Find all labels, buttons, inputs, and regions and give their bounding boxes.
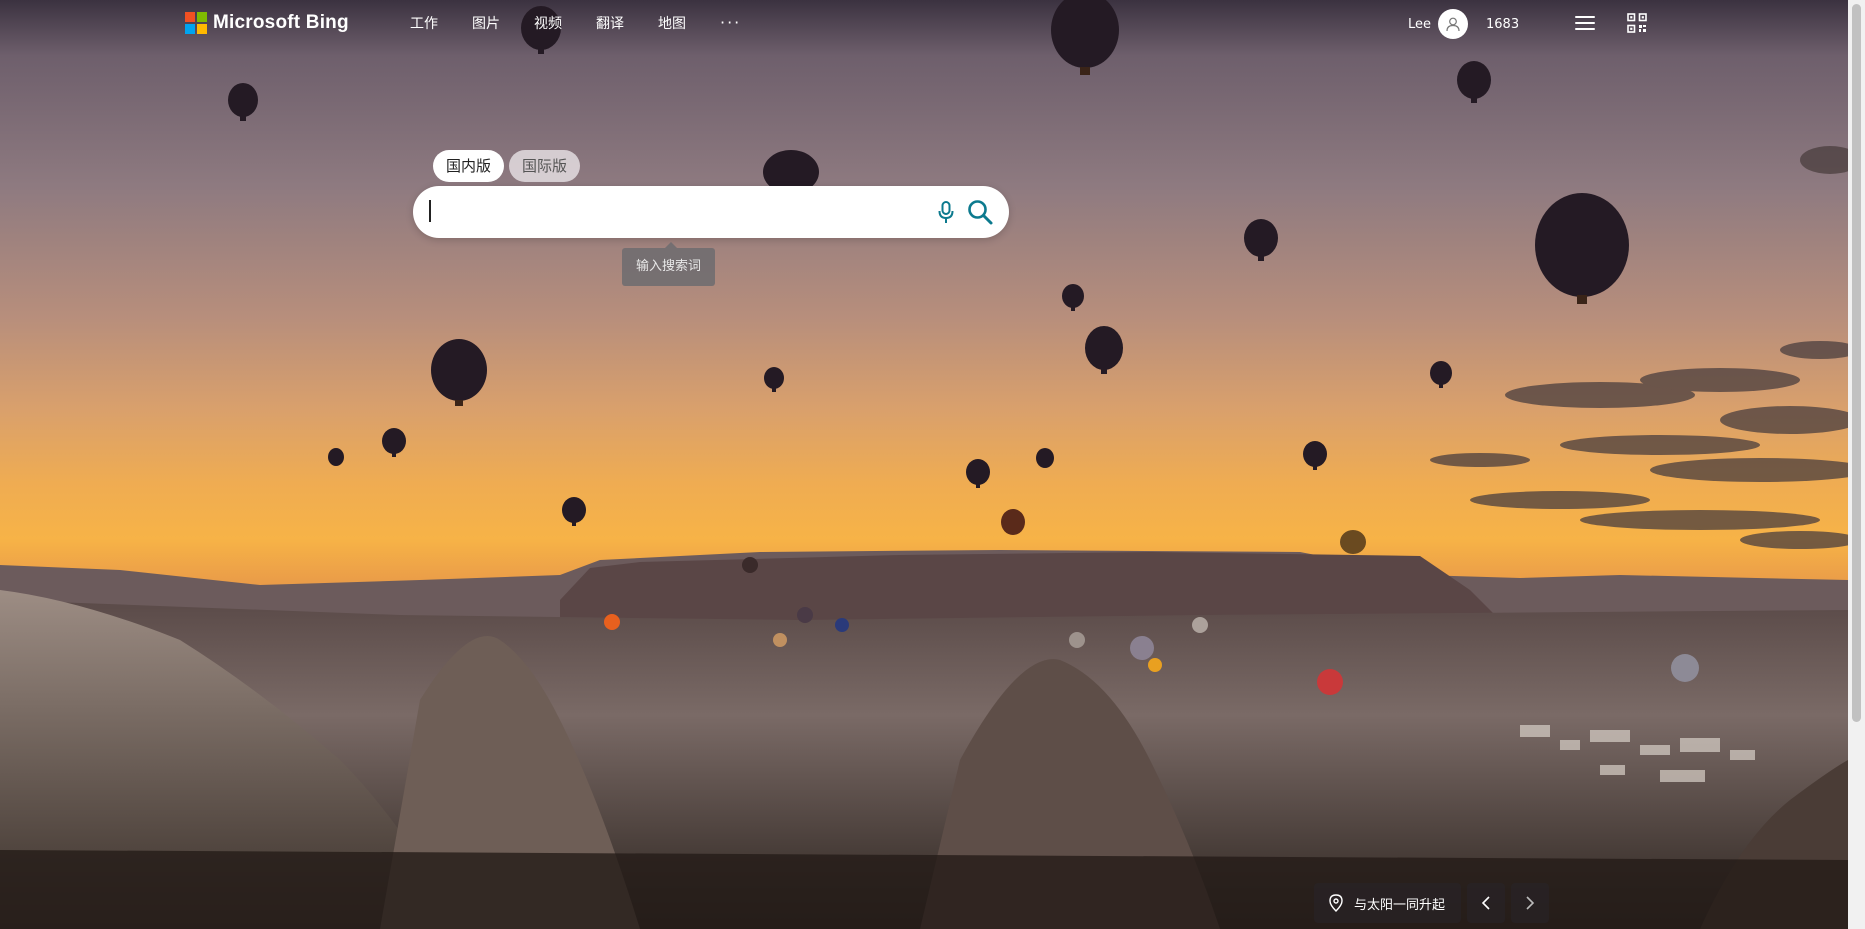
microphone-icon[interactable] xyxy=(933,199,959,225)
user-area: Lee 1683 xyxy=(1408,8,1519,40)
nav-item-images[interactable]: 图片 xyxy=(472,14,500,34)
logo-square-blue xyxy=(185,24,195,34)
chevron-left-icon xyxy=(1481,896,1490,910)
image-info-button[interactable]: 与太阳一同升起 xyxy=(1314,883,1461,923)
chevron-right-icon xyxy=(1526,896,1535,910)
top-bar: Microsoft Bing 工作 图片 视频 翻译 地图 ··· Lee 16… xyxy=(0,0,1848,48)
next-image-button[interactable] xyxy=(1511,883,1549,923)
top-nav: 工作 图片 视频 翻译 地图 ··· xyxy=(410,14,741,34)
qr-code-icon[interactable] xyxy=(1627,13,1647,33)
nav-item-videos[interactable]: 视频 xyxy=(534,14,562,34)
rewards-points[interactable]: 1683 xyxy=(1486,17,1519,32)
previous-image-button[interactable] xyxy=(1467,883,1505,923)
background-image xyxy=(0,0,1848,929)
image-title: 与太阳一同升起 xyxy=(1354,897,1446,913)
nav-more-button[interactable]: ··· xyxy=(720,14,741,34)
logo-text: Microsoft Bing xyxy=(213,12,349,33)
page-scrollbar[interactable] xyxy=(1848,0,1865,929)
avatar[interactable] xyxy=(1438,9,1469,39)
location-pin-icon xyxy=(1329,894,1343,912)
tab-international[interactable]: 国际版 xyxy=(509,150,581,182)
logo-square-green xyxy=(197,12,207,22)
nav-item-work[interactable]: 工作 xyxy=(410,14,438,34)
search-input[interactable] xyxy=(427,196,911,230)
search-icon[interactable] xyxy=(966,198,994,226)
tab-domestic[interactable]: 国内版 xyxy=(433,150,505,182)
logo-square-yellow xyxy=(197,24,207,34)
region-tabs: 国内版 国际版 xyxy=(433,150,581,182)
user-icon xyxy=(1446,17,1460,32)
user-name[interactable]: Lee xyxy=(1408,17,1431,32)
search-tooltip: 输入搜索词 xyxy=(622,242,716,286)
menu-icon[interactable] xyxy=(1575,15,1597,32)
scrollbar-thumb[interactable] xyxy=(1852,4,1861,722)
nav-item-maps[interactable]: 地图 xyxy=(658,14,686,34)
logo-square-red xyxy=(185,12,195,22)
nav-item-translate[interactable]: 翻译 xyxy=(596,14,624,34)
microsoft-logo-icon xyxy=(185,12,207,34)
search-box xyxy=(413,186,1009,238)
bing-logo[interactable]: Microsoft Bing xyxy=(185,10,349,36)
text-caret xyxy=(429,200,431,222)
